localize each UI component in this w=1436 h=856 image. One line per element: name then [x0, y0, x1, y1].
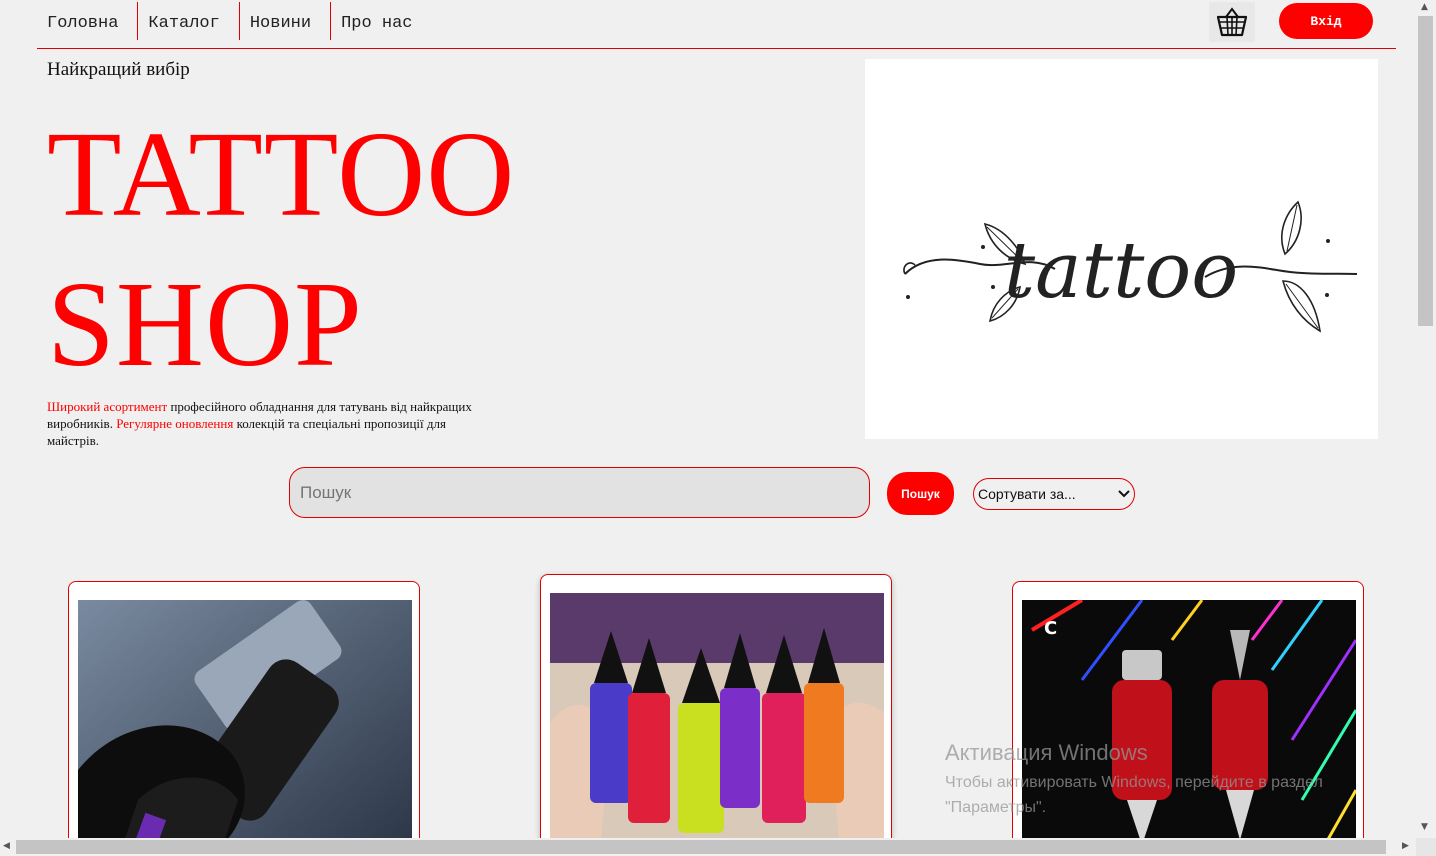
page: Головна Каталог Новини Про нас Вхід Найк… [0, 0, 1416, 840]
tattoo-script-text: tattoo [1004, 226, 1238, 316]
hero-description: Широкий асортимент професійного обладнан… [47, 398, 497, 449]
svg-text:C: C [1044, 618, 1057, 639]
vertical-scrollbar[interactable]: ▲ ▼ [1416, 0, 1436, 840]
search-button[interactable]: Пошук [887, 472, 954, 515]
product-image-cartridges: C [1022, 600, 1356, 840]
product-image-ink-bottles [550, 593, 884, 840]
horizontal-scrollbar-thumb[interactable] [16, 840, 1386, 854]
nav-link-about[interactable]: Про нас [331, 2, 431, 40]
basket-icon [1216, 7, 1248, 37]
scroll-left-arrow-icon[interactable]: ◀ [3, 841, 10, 851]
top-nav: Головна Каталог Новини Про нас Вхід [37, 0, 1396, 49]
tattoo-logo-image: tattoo [903, 200, 1358, 333]
sort-select[interactable]: Сортувати за... [973, 478, 1135, 510]
scroll-right-arrow-icon[interactable]: ▶ [1402, 841, 1409, 851]
product-card[interactable] [540, 574, 892, 840]
nav-links: Головна Каталог Новини Про нас [37, 2, 431, 40]
nav-link-home[interactable]: Головна [37, 2, 139, 40]
sort-select-label: Сортувати за... [978, 486, 1076, 502]
product-card[interactable]: C [1012, 581, 1364, 840]
product-card[interactable] [68, 581, 420, 840]
hero-title-line1: TATTOO [47, 107, 516, 242]
login-button[interactable]: Вхід [1279, 3, 1373, 39]
product-image-tattoo-machine [78, 600, 412, 840]
nav-link-news[interactable]: Новини [240, 2, 332, 40]
scrollbar-corner [1416, 838, 1436, 856]
chevron-down-icon [1118, 490, 1130, 498]
nav-link-catalog[interactable]: Каталог [138, 2, 240, 40]
horizontal-scrollbar[interactable]: ◀ ▶ [0, 838, 1416, 856]
scroll-down-arrow-icon[interactable]: ▼ [1421, 822, 1428, 832]
hero-title: TATTOO SHOP [47, 100, 515, 400]
hero-image: tattoo [865, 59, 1378, 439]
desc-highlight-1: Широкий асортимент [47, 399, 168, 414]
search-input[interactable] [289, 467, 870, 518]
vertical-scrollbar-thumb[interactable] [1418, 16, 1433, 326]
hero-subtitle: Найкращий вибір [47, 59, 190, 80]
cart-button[interactable] [1209, 2, 1255, 42]
hero-title-line2: SHOP [47, 257, 363, 392]
scroll-up-arrow-icon[interactable]: ▲ [1421, 2, 1428, 12]
desc-highlight-2: Регулярне оновлення [116, 416, 234, 431]
